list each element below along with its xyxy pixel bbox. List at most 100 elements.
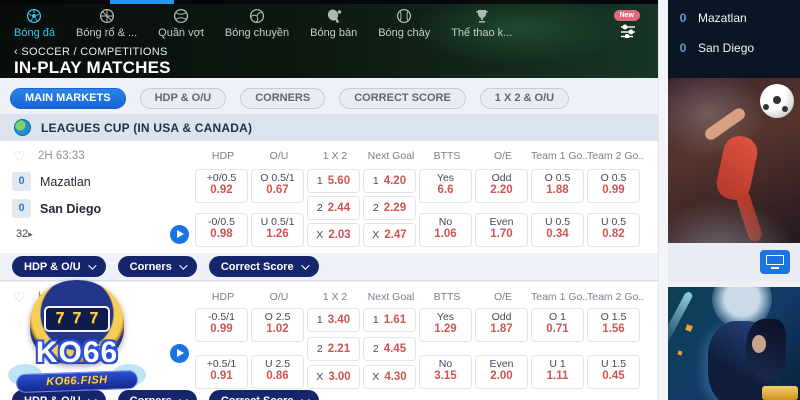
odds-cell[interactable]: O 0.50.99 (587, 169, 640, 203)
odds-value: 1.88 (532, 184, 583, 196)
odds-column-header: O/E (475, 291, 531, 303)
odds-value: 2.00 (476, 370, 527, 382)
odds-label: X (316, 229, 323, 241)
odds-cell[interactable]: 15.60 (307, 169, 360, 193)
odds-label: 2 (373, 343, 379, 355)
odds-cell[interactable]: 11.61 (363, 308, 416, 332)
sports-nav-item[interactable]: Bóng chày (378, 8, 430, 39)
odds-cell[interactable]: U 0.5/11.26 (251, 213, 304, 247)
sports-nav-item[interactable]: Bóng rổ & ... (76, 8, 137, 39)
odds-cell[interactable]: Even2.00 (475, 355, 528, 389)
sports-nav-item[interactable]: Bóng chuyền (225, 8, 289, 39)
sports-nav-item[interactable]: Thể thao k... (451, 8, 512, 39)
play-stream-button[interactable] (170, 344, 189, 363)
odds-cell[interactable]: 22.44 (307, 196, 360, 220)
odds-cell[interactable]: Odd2.20 (475, 169, 528, 203)
soccer-icon (26, 8, 42, 24)
match-period-label: Half Time (38, 291, 87, 303)
odds-cell[interactable]: 24.45 (363, 337, 416, 361)
league-bar[interactable]: LEAGUES CUP (IN USA & CANADA) (0, 114, 658, 141)
odds-cell[interactable]: -0/0.50.98 (195, 213, 248, 247)
odds-cell[interactable]: Odd1.87 (475, 308, 528, 342)
odds-cell[interactable]: O 2.51.02 (251, 308, 304, 342)
odds-label: O 1 (532, 311, 583, 323)
odds-cell[interactable]: U 11.11 (531, 355, 584, 389)
odds-cell[interactable]: X3.00 (307, 365, 360, 389)
odds-cell[interactable]: X4.30 (363, 365, 416, 389)
odds-value: 0.91 (196, 370, 247, 382)
market-tab-main-markets[interactable]: MAIN MARKETS (10, 88, 126, 109)
market-tab-1-x-2-o-u[interactable]: 1 X 2 & O/U (480, 88, 569, 109)
odds-label: 1 (317, 175, 323, 187)
odds-cell[interactable]: O 1.51.56 (587, 308, 640, 342)
home-team-name-fragment: UANL (78, 313, 113, 327)
odds-cell[interactable]: No3.15 (419, 355, 472, 389)
home-team-name: Mazatlan (698, 11, 747, 25)
odds-column-header: O/E (475, 150, 531, 162)
sub-market-pill-hdp-o-u[interactable]: HDP & O/U (12, 390, 106, 400)
market-tab-corners[interactable]: CORNERS (240, 88, 325, 109)
favorite-heart-icon[interactable]: ♡ (13, 290, 26, 304)
odds-value: 0.34 (532, 228, 583, 240)
sub-market-pill-corners[interactable]: Corners (118, 256, 197, 277)
odds-cell[interactable]: U 2.50.86 (251, 355, 304, 389)
monitor-icon[interactable] (760, 250, 790, 274)
odds-cell[interactable]: -0.5/10.99 (195, 308, 248, 342)
odds-value: 4.45 (384, 343, 406, 355)
odds-cell[interactable]: 22.29 (363, 196, 416, 220)
sports-nav: Bóng đá Bóng rổ & ... Quần vợt Bóng chuyền B… (14, 8, 512, 39)
globe-soccer-icon (14, 119, 31, 136)
play-stream-button[interactable] (170, 225, 189, 244)
live-stream-preview[interactable] (668, 78, 800, 243)
odds-label: O 2.5 (252, 311, 303, 323)
promo-banner[interactable] (668, 287, 800, 400)
breadcrumb[interactable]: ‹ SOCCER / COMPETITIONS (14, 46, 168, 58)
filter-sliders-icon[interactable] (620, 24, 636, 43)
odds-column: O 0.5/10.67 U 0.5/11.26 (251, 169, 307, 247)
odds-cell[interactable]: 13.40 (307, 308, 360, 332)
market-tab-hdp-o-u[interactable]: HDP & O/U (140, 88, 227, 109)
away-score: 0 (12, 199, 31, 218)
odds-cell[interactable]: O 10.71 (531, 308, 584, 342)
odds-cell[interactable]: U 0.50.82 (587, 213, 640, 247)
sub-market-pill-corners[interactable]: Corners (118, 390, 197, 400)
odds-cell[interactable]: +0/0.50.92 (195, 169, 248, 203)
sports-nav-item[interactable]: Bóng bàn (310, 8, 357, 39)
sub-market-pill-label: HDP & O/U (24, 395, 81, 400)
odds-cell[interactable]: O 0.51.88 (531, 169, 584, 203)
odds-value: 1.29 (420, 323, 471, 335)
odds-column-header: Next Goal (363, 291, 419, 303)
odds-cell[interactable]: U 0.50.34 (531, 213, 584, 247)
odds-cell[interactable]: No1.06 (419, 213, 472, 247)
odds-cell[interactable]: X2.03 (307, 223, 360, 247)
odds-cell[interactable]: X2.47 (363, 223, 416, 247)
odds-value: 0.98 (196, 228, 247, 240)
away-team-name-fragment: B (96, 340, 104, 352)
odds-cell[interactable]: U 1.50.45 (587, 355, 640, 389)
odds-value: 3.00 (328, 371, 350, 383)
odds-cell[interactable]: Yes1.29 (419, 308, 472, 342)
table-tennis-icon (326, 8, 342, 24)
sub-market-pill-correct-score[interactable]: Correct Score (209, 256, 319, 277)
odds-column-header: HDP (195, 291, 251, 303)
odds-cell[interactable]: Even1.70 (475, 213, 528, 247)
sports-nav-item[interactable]: Quần vợt (158, 8, 204, 39)
league-title: LEAGUES CUP (IN USA & CANADA) (41, 121, 252, 135)
favorite-heart-icon[interactable]: ♡ (13, 149, 26, 163)
odds-cell[interactable]: +0.5/10.91 (195, 355, 248, 389)
odds-cell[interactable]: Yes6.6 (419, 169, 472, 203)
sub-market-pill-hdp-o-u[interactable]: HDP & O/U (12, 256, 106, 277)
sub-market-pill-label: Correct Score (221, 261, 294, 273)
sub-market-pill-correct-score[interactable]: Correct Score (209, 390, 319, 400)
odds-cell[interactable]: O 0.5/10.67 (251, 169, 304, 203)
odds-cell[interactable]: 22.21 (307, 337, 360, 361)
odds-label: 2 (317, 202, 323, 214)
more-markets-link[interactable]: 32▸ (16, 228, 33, 240)
odds-value: 1.26 (252, 228, 303, 240)
page-scrollbar[interactable] (658, 0, 668, 400)
odds-cell[interactable]: 14.20 (363, 169, 416, 193)
odds-value: 6.6 (420, 184, 471, 196)
market-tab-correct-score[interactable]: CORRECT SCORE (339, 88, 466, 109)
odds-value: 1.11 (532, 370, 583, 382)
sports-nav-item[interactable]: Bóng đá (14, 8, 55, 39)
